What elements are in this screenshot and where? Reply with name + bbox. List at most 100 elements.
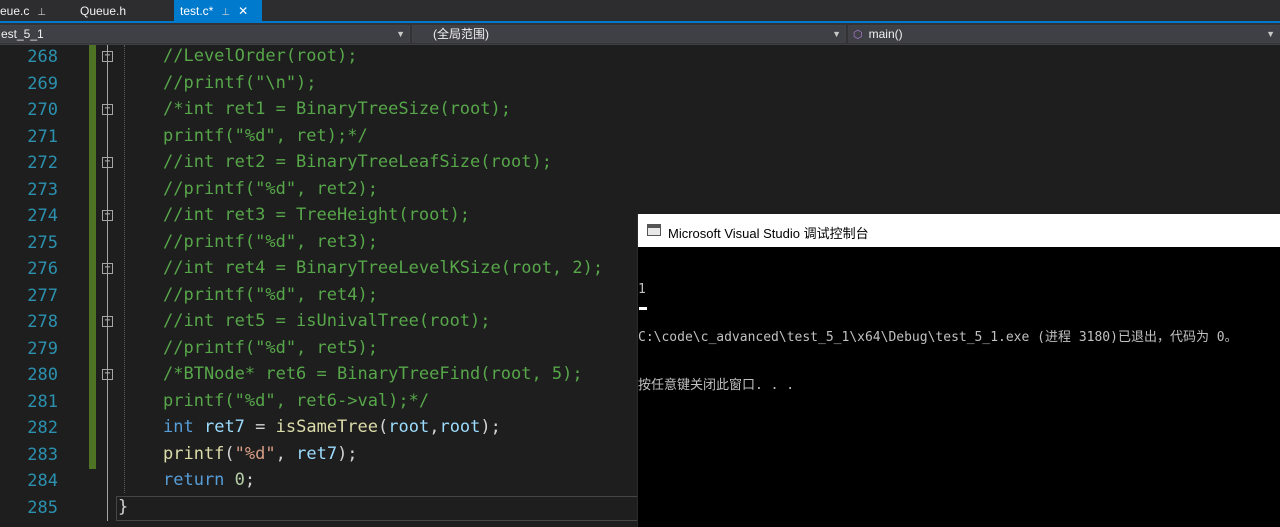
member-dropdown-value: main() — [868, 27, 903, 41]
code-token: = — [244, 417, 276, 437]
line-number: 279 — [27, 338, 58, 359]
line-number: 282 — [27, 418, 58, 438]
line-number: 271 — [27, 126, 58, 147]
fold-connector — [107, 45, 108, 521]
code-token: ); — [337, 443, 358, 464]
code-token: printf — [163, 443, 225, 464]
line-number: 280 — [27, 365, 58, 385]
code-token: //printf("%d", ret5); — [163, 337, 378, 358]
change-marker — [89, 336, 96, 363]
document-tab-bar: eue.c ⊥ Queue.h test.c* ⊥ ✕ — [0, 0, 1280, 23]
pin-icon[interactable]: ⊥ — [37, 7, 46, 18]
change-marker — [89, 204, 96, 231]
line-number: 277 — [27, 285, 58, 306]
chevron-down-icon: ▼ — [832, 29, 841, 39]
member-dropdown[interactable]: ⬡ main() ▼ — [848, 25, 1280, 43]
line-number: 273 — [27, 179, 58, 200]
line-number: 276 — [27, 259, 58, 279]
line-number: 281 — [27, 391, 58, 412]
console-title-bar[interactable]: Microsoft Visual Studio 调试控制台 — [638, 214, 1280, 247]
change-marker — [89, 442, 96, 469]
code-text: int ret7 = isSameTree(root,root); — [163, 417, 501, 437]
code-token: int — [163, 417, 194, 437]
code-token: , — [275, 443, 297, 464]
change-marker — [89, 230, 96, 257]
pin-icon[interactable]: ⊥ — [221, 7, 230, 18]
change-marker — [89, 310, 96, 337]
code-line[interactable]: 272−//int ret2 = BinaryTreeLeafSize(root… — [0, 151, 1280, 178]
code-token: //printf("%d", ret4); — [163, 284, 378, 305]
change-marker — [89, 389, 96, 416]
debug-console-window[interactable]: Microsoft Visual Studio 调试控制台 1 C:\code\… — [637, 214, 1280, 527]
line-number: 274 — [27, 206, 58, 226]
code-token: "%d" — [234, 443, 276, 464]
change-marker — [89, 151, 96, 178]
change-marker — [89, 257, 96, 284]
code-token: //printf("%d", ret2); — [163, 178, 378, 199]
code-text: //LevelOrder(root); — [163, 46, 357, 66]
project-dropdown[interactable]: est_5_1 ▼ — [0, 25, 410, 43]
code-token: , — [429, 417, 440, 437]
navigation-bar: est_5_1 ▼ (全局范围) ▼ ⬡ main() ▼ — [0, 23, 1280, 45]
change-marker — [89, 283, 96, 310]
close-icon[interactable]: ✕ — [238, 4, 248, 18]
code-text: //printf("%d", ret2); — [163, 179, 378, 199]
console-line: C:\code\c_advanced\test_5_1\x64\Debug\te… — [638, 330, 1238, 345]
tab-queue-c[interactable]: eue.c ⊥ — [0, 0, 58, 21]
code-line[interactable]: 269 //printf("\n"); — [0, 71, 1280, 98]
code-token: printf("%d", ret6->val);*/ — [163, 390, 430, 411]
chevron-down-icon: ▼ — [396, 29, 405, 39]
code-token: root — [439, 417, 481, 437]
line-number: 269 — [27, 73, 58, 94]
tab-queue-h[interactable]: Queue.h — [74, 0, 164, 21]
line-number: 270 — [27, 100, 58, 120]
code-line[interactable]: 268−//LevelOrder(root); — [0, 45, 1280, 72]
code-token: //int ret2 = BinaryTreeLeafSize(root); — [163, 152, 552, 172]
code-text: //int ret2 = BinaryTreeLeafSize(root); — [163, 152, 552, 172]
line-number: 278 — [27, 312, 58, 332]
code-text: //printf("%d", ret3); — [163, 232, 378, 252]
scope-dropdown[interactable]: (全局范围) ▼ — [412, 25, 846, 43]
tab-test-c[interactable]: test.c* ⊥ ✕ — [174, 0, 262, 21]
code-token: ret7 — [296, 443, 338, 464]
indent-guide — [124, 45, 125, 493]
code-text: //printf("%d", ret4); — [163, 285, 378, 305]
code-token: return — [163, 470, 225, 490]
change-marker — [89, 416, 96, 443]
console-window-icon — [647, 224, 661, 236]
code-token: ( — [378, 417, 389, 437]
code-text: printf("%d", ret);*/ — [163, 126, 368, 146]
tab-label: test.c* — [180, 4, 214, 18]
code-token: ; — [244, 470, 256, 490]
code-token: //LevelOrder(root); — [163, 46, 358, 66]
code-line[interactable]: 271 printf("%d", ret);*/ — [0, 124, 1280, 151]
code-text: } — [118, 497, 128, 517]
code-token: ( — [224, 443, 235, 464]
code-text: /*BTNode* ret6 = BinaryTreeFind(root, 5)… — [163, 364, 583, 384]
code-token: isSameTree — [275, 417, 378, 437]
line-number: 268 — [27, 47, 58, 67]
code-line[interactable]: 273 //printf("%d", ret2); — [0, 177, 1280, 204]
line-number: 272 — [27, 153, 58, 173]
console-line: 1 — [638, 282, 646, 297]
code-text: //int ret4 = BinaryTreeLevelKSize(root, … — [163, 258, 603, 278]
code-text: //printf("%d", ret5); — [163, 338, 378, 358]
line-number: 275 — [27, 232, 58, 253]
code-token: //printf("\n"); — [163, 72, 317, 93]
change-marker — [89, 363, 96, 390]
change-marker — [89, 124, 96, 151]
line-number: 284 — [27, 471, 58, 491]
code-text: printf("%d", ret6->val);*/ — [163, 391, 429, 411]
scope-dropdown-value: (全局范围) — [433, 27, 489, 41]
tab-label: Queue.h — [80, 4, 127, 18]
code-token: /*BTNode* ret6 = BinaryTreeFind(root, 5)… — [163, 364, 583, 384]
console-cursor — [639, 307, 647, 310]
code-token: } — [118, 496, 129, 517]
line-number: 283 — [27, 444, 58, 465]
code-token: //printf("%d", ret3); — [163, 231, 378, 252]
tab-label: eue.c — [0, 4, 30, 18]
code-text: printf("%d", ret7); — [163, 444, 358, 464]
code-line[interactable]: 270−/*int ret1 = BinaryTreeSize(root); — [0, 98, 1280, 125]
code-token: /*int ret1 = BinaryTreeSize(root); — [163, 99, 511, 119]
